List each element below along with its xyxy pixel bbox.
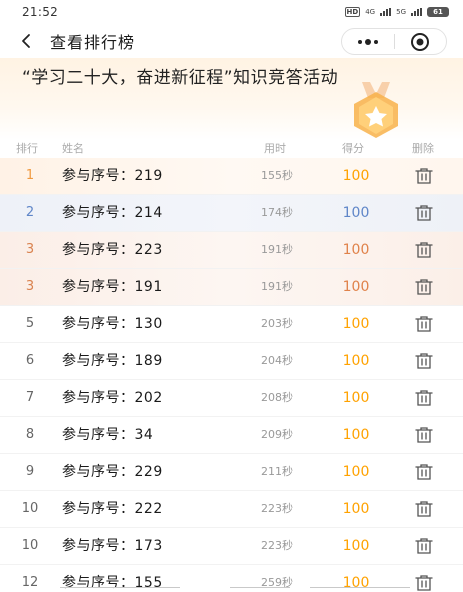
trash-icon[interactable] [414, 241, 434, 259]
rank-cell: 5 [25, 316, 35, 331]
name-cell: 参与序号：173 [62, 538, 163, 554]
name-cell: 参与序号：202 [62, 390, 163, 406]
network-5g-label: 5G [396, 8, 406, 16]
trash-icon[interactable] [414, 537, 434, 555]
header-score: 得分 [342, 142, 364, 155]
status-time: 21:52 [22, 5, 59, 19]
battery-icon: 61 [427, 7, 449, 17]
trash-icon[interactable] [414, 167, 434, 185]
leaderboard-table: 1 参与序号：219 155秒 100 2 参与序号：214 174秒 100 … [0, 158, 463, 592]
leaderboard-page: 21:52 HD 4G 5G 61 查看排行榜 “学习二十大，奋进新征程”知识竞… [0, 0, 463, 592]
header-time: 用时 [264, 142, 286, 155]
header-delete: 删除 [412, 142, 434, 155]
time-cell: 191秒 [261, 280, 293, 293]
nav-bar: 查看排行榜 [0, 24, 463, 58]
score-cell: 100 [342, 353, 370, 369]
name-cell: 参与序号：223 [62, 242, 163, 258]
name-cell: 参与序号：189 [62, 353, 163, 369]
trash-icon[interactable] [414, 389, 434, 407]
score-cell: 100 [342, 575, 370, 591]
table-row: 8 参与序号：34 209秒 100 [0, 417, 463, 454]
trash-icon[interactable] [414, 500, 434, 518]
header-name: 姓名 [62, 142, 84, 155]
time-cell: 209秒 [261, 428, 293, 441]
score-cell: 100 [342, 501, 370, 517]
trash-icon[interactable] [414, 352, 434, 370]
score-cell: 100 [342, 279, 370, 295]
score-cell: 100 [342, 205, 370, 221]
score-cell: 100 [342, 464, 370, 480]
status-icons: HD 4G 5G 61 [344, 7, 449, 17]
more-dots-icon[interactable] [342, 29, 394, 54]
score-cell: 100 [342, 427, 370, 443]
rank-cell: 10 [21, 501, 39, 516]
time-cell: 223秒 [261, 502, 293, 515]
name-cell: 参与序号：155 [62, 575, 163, 591]
trash-icon[interactable] [414, 574, 434, 592]
time-cell: 211秒 [261, 465, 293, 478]
rank-cell: 7 [25, 390, 35, 405]
rank-cell: 3 [25, 279, 35, 294]
name-cell: 参与序号：130 [62, 316, 163, 332]
time-cell: 191秒 [261, 243, 293, 256]
rank-cell: 9 [25, 464, 35, 479]
rank-cell: 6 [25, 353, 35, 368]
time-cell: 155秒 [261, 169, 293, 182]
chevron-left-icon[interactable] [8, 24, 44, 58]
score-cell: 100 [342, 316, 370, 332]
signal-icon [380, 8, 392, 16]
time-cell: 208秒 [261, 391, 293, 404]
table-header: 排行 姓名 用时 得分 删除 [0, 140, 463, 156]
score-cell: 100 [342, 168, 370, 184]
table-row: 5 参与序号：130 203秒 100 [0, 306, 463, 343]
rank-cell: 8 [25, 427, 35, 442]
page-title: 查看排行榜 [50, 33, 136, 52]
table-row: 9 参与序号：229 211秒 100 [0, 454, 463, 491]
table-row: 1 参与序号：219 155秒 100 [0, 158, 463, 195]
rank-cell: 10 [21, 538, 39, 553]
table-row: 10 参与序号：222 223秒 100 [0, 491, 463, 528]
banner: “学习二十大，奋进新征程”知识竞答活动 [0, 58, 463, 140]
rank-cell: 1 [25, 168, 35, 183]
header-rank: 排行 [16, 142, 38, 155]
star-medal-icon [354, 82, 398, 138]
name-cell: 参与序号：222 [62, 501, 163, 517]
name-cell: 参与序号：214 [62, 205, 163, 221]
rank-cell: 3 [25, 242, 35, 257]
table-row: 6 参与序号：189 204秒 100 [0, 343, 463, 380]
table-row: 3 参与序号：191 191秒 100 [0, 269, 463, 306]
score-cell: 100 [342, 242, 370, 258]
hd-icon: HD [344, 7, 361, 17]
table-row: 7 参与序号：202 208秒 100 [0, 380, 463, 417]
rank-cell: 12 [21, 575, 39, 590]
time-cell: 259秒 [261, 576, 293, 589]
name-cell: 参与序号：34 [62, 427, 154, 443]
table-row: 12 参与序号：155 259秒 100 [0, 565, 463, 592]
score-cell: 100 [342, 538, 370, 554]
target-close-icon[interactable] [395, 29, 447, 54]
time-cell: 203秒 [261, 317, 293, 330]
rank-cell: 2 [25, 205, 35, 220]
table-row: 2 参与序号：214 174秒 100 [0, 195, 463, 232]
trash-icon[interactable] [414, 426, 434, 444]
status-bar: 21:52 HD 4G 5G 61 [0, 0, 463, 24]
table-row: 10 参与序号：173 223秒 100 [0, 528, 463, 565]
signal-icon-2 [411, 8, 422, 16]
trash-icon[interactable] [414, 463, 434, 481]
time-cell: 204秒 [261, 354, 293, 367]
name-cell: 参与序号：191 [62, 279, 163, 295]
trash-icon[interactable] [414, 278, 434, 296]
time-cell: 223秒 [261, 539, 293, 552]
trash-icon[interactable] [414, 315, 434, 333]
mini-program-capsule [341, 28, 447, 55]
trash-icon[interactable] [414, 204, 434, 222]
name-cell: 参与序号：219 [62, 168, 163, 184]
time-cell: 174秒 [261, 206, 293, 219]
table-row: 3 参与序号：223 191秒 100 [0, 232, 463, 269]
name-cell: 参与序号：229 [62, 464, 163, 480]
score-cell: 100 [342, 390, 370, 406]
network-4g-label: 4G [365, 8, 376, 16]
